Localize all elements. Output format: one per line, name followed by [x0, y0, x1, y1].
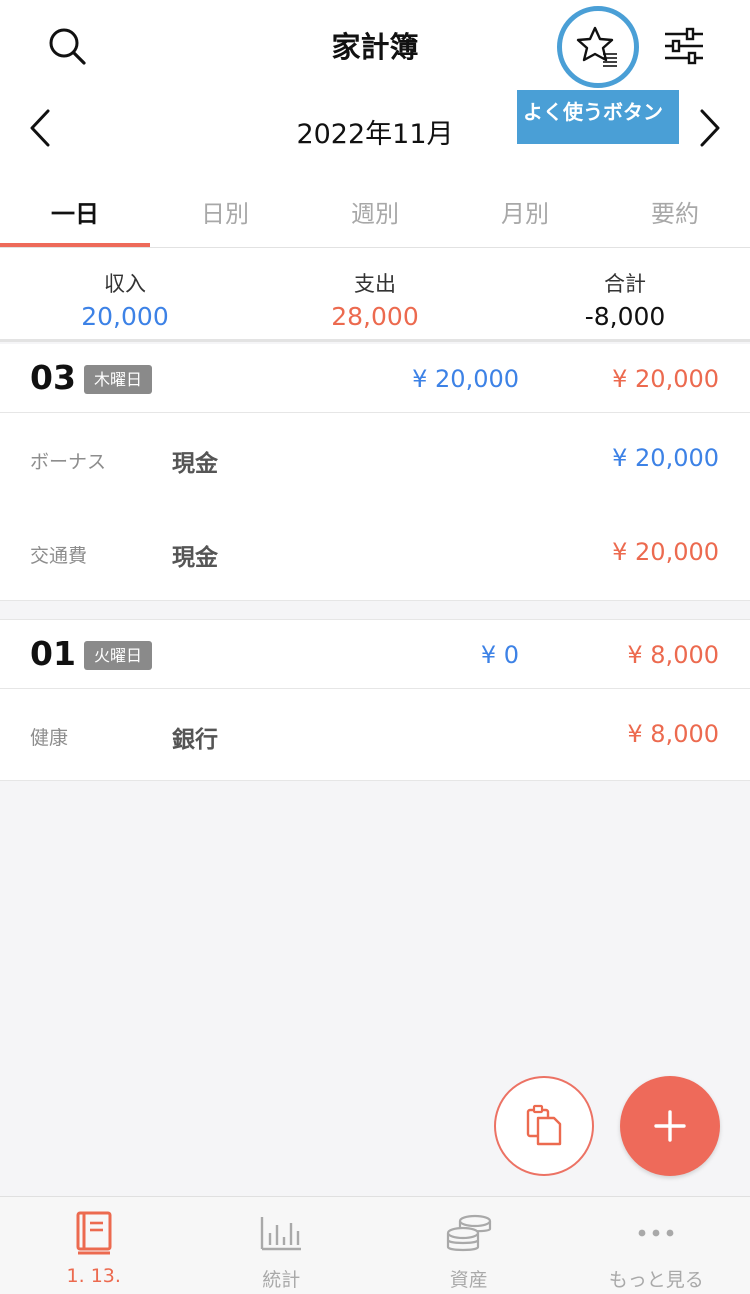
day-number: 03: [30, 358, 76, 397]
transaction-row[interactable]: 健康 銀行 ¥ 8,000: [0, 689, 750, 783]
day-group: 03 木曜日 ¥ 20,000 ¥ 20,000 ボーナス 現金 ¥ 20,00…: [0, 344, 750, 601]
current-month[interactable]: 2022年11月: [0, 112, 750, 151]
day-expense: ¥ 8,000: [627, 641, 719, 669]
transaction-category: 交通費: [30, 545, 88, 567]
day-expense: ¥ 20,000: [612, 365, 719, 393]
next-month-button[interactable]: [690, 105, 730, 151]
more-icon: [632, 1211, 680, 1255]
total-value: -8,000: [584, 302, 666, 331]
view-tabs: 一日 日別 週別 月別 要約: [0, 186, 750, 248]
summary-total: 合計 -8,000: [500, 248, 750, 339]
coins-icon: [445, 1211, 493, 1255]
summary-bar: 収入 20,000 支出 28,000 合計 -8,000: [0, 248, 750, 342]
tab-daily-list[interactable]: 一日: [0, 186, 150, 248]
income-label: 収入: [104, 272, 146, 296]
transaction-row[interactable]: ボーナス 現金 ¥ 20,000: [0, 413, 750, 507]
tabbar-item-more[interactable]: もっと見る: [563, 1197, 750, 1294]
add-transaction-button[interactable]: [620, 1076, 720, 1176]
weekday-badge: 火曜日: [84, 641, 153, 670]
transaction-amount: ¥ 8,000: [627, 720, 719, 748]
book-icon: [70, 1211, 118, 1255]
expense-value: 28,000: [331, 302, 419, 331]
tabbar-item-book[interactable]: 1. 13.: [0, 1197, 188, 1294]
day-number: 01: [30, 634, 76, 673]
transaction-account: 現金: [172, 545, 218, 571]
tabbar-item-stats[interactable]: 統計: [188, 1197, 376, 1294]
total-label: 合計: [604, 272, 646, 296]
transaction-account: 銀行: [172, 727, 218, 753]
summary-expense: 支出 28,000: [250, 248, 500, 339]
tab-monthly[interactable]: 月別: [450, 186, 600, 248]
bottom-tab-bar: 1. 13. 統計 資産 もっと見る: [0, 1196, 750, 1294]
transaction-account: 現金: [172, 451, 218, 477]
day-header[interactable]: 01 火曜日 ¥ 0 ¥ 8,000: [0, 620, 750, 689]
tabbar-item-assets[interactable]: 資産: [375, 1197, 563, 1294]
star-list-icon: [576, 26, 617, 67]
day-income: ¥ 0: [480, 641, 519, 669]
summary-income: 収入 20,000: [0, 248, 250, 339]
income-value: 20,000: [81, 302, 169, 331]
sliders-icon: [665, 27, 703, 65]
tabbar-label: もっと見る: [608, 1269, 704, 1291]
copy-button[interactable]: [494, 1076, 594, 1176]
day-group: 01 火曜日 ¥ 0 ¥ 8,000 健康 銀行 ¥ 8,000: [0, 619, 750, 781]
tab-calendar[interactable]: 日別: [150, 186, 300, 248]
day-income: ¥ 20,000: [412, 365, 519, 393]
expense-label: 支出: [354, 272, 396, 296]
day-header[interactable]: 03 木曜日 ¥ 20,000 ¥ 20,000: [0, 344, 750, 413]
bar-chart-icon: [257, 1211, 305, 1255]
app-header: 家計簿 よく使うボタン 2022年11月 一日 日別 週別 月別 要約: [0, 0, 750, 248]
tab-weekly[interactable]: 週別: [300, 186, 450, 248]
weekday-badge: 木曜日: [84, 365, 153, 394]
favorites-button[interactable]: [557, 6, 639, 88]
tab-summary[interactable]: 要約: [600, 186, 750, 248]
transaction-category: 健康: [30, 727, 69, 749]
tabbar-label: 資産: [449, 1269, 488, 1291]
filter-button[interactable]: [656, 18, 712, 74]
transaction-amount: ¥ 20,000: [612, 444, 719, 472]
chevron-right-icon: [700, 109, 720, 147]
clipboard-copy-icon: [526, 1104, 562, 1146]
tabbar-label: 統計: [262, 1269, 301, 1291]
plus-icon: [654, 1110, 686, 1142]
tabbar-label: 1. 13.: [66, 1265, 121, 1287]
transaction-category: ボーナス: [30, 451, 107, 473]
transaction-row[interactable]: 交通費 現金 ¥ 20,000: [0, 507, 750, 601]
transaction-amount: ¥ 20,000: [612, 538, 719, 566]
